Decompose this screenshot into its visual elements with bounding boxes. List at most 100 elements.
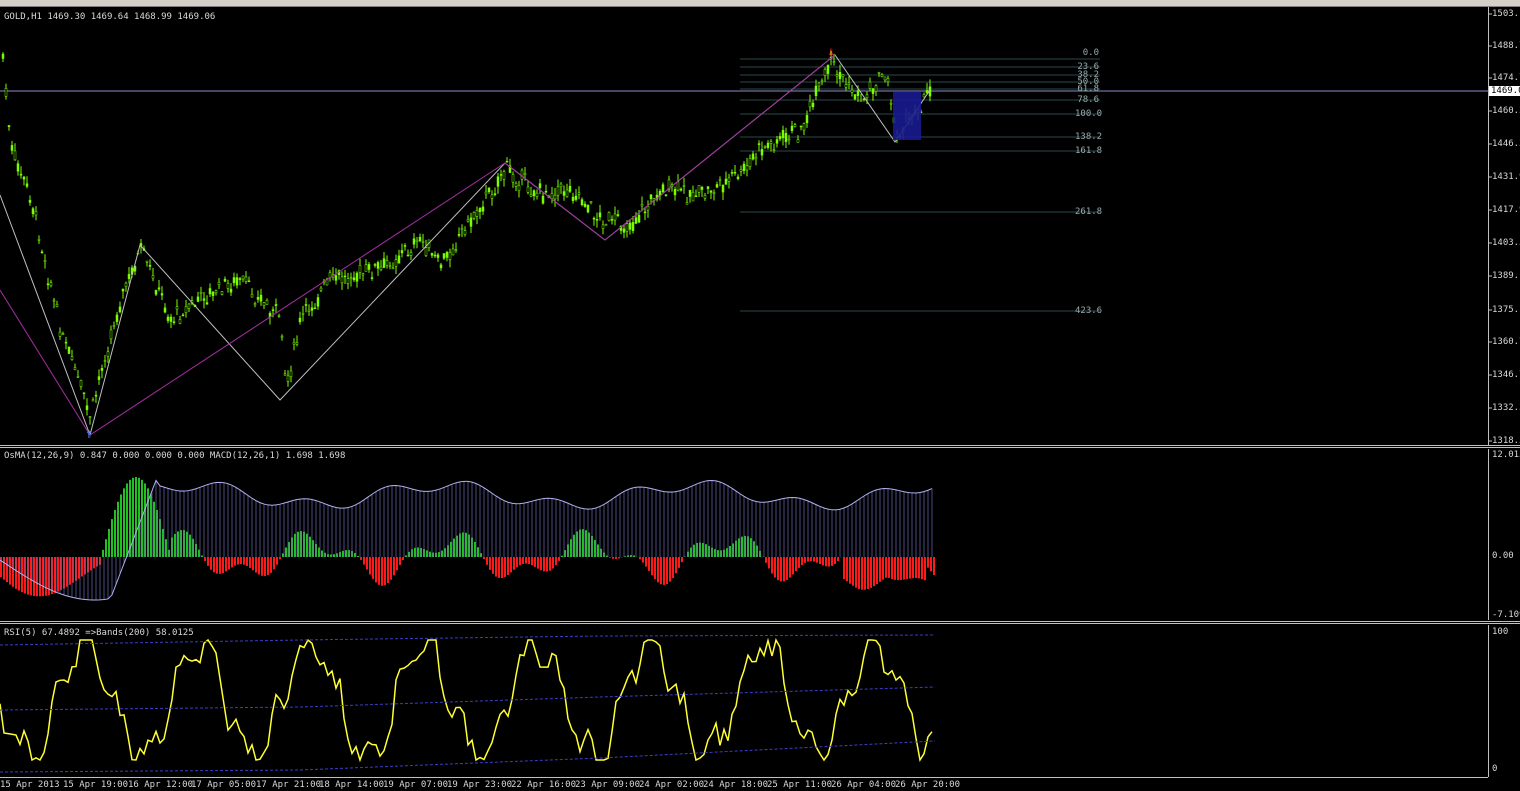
candle-body [451, 248, 455, 256]
osma-bar [846, 557, 848, 582]
candle-body [475, 210, 479, 217]
candle-body [175, 306, 179, 310]
osma-bar [837, 557, 839, 562]
candle-body [565, 189, 569, 197]
candle-body [778, 136, 782, 140]
candle-body [562, 191, 566, 196]
candle-body [532, 190, 536, 197]
candle-body [781, 130, 785, 139]
candle-body [496, 176, 500, 187]
candle-body [406, 254, 410, 257]
candle-body [37, 239, 41, 241]
candle-body [739, 169, 743, 172]
price-axis-label: 1403.5 [1492, 238, 1520, 248]
osma-bar [717, 550, 719, 557]
osma-bar [495, 557, 497, 577]
osma-bar [477, 547, 479, 557]
osma-bar [918, 557, 920, 579]
candle-body [169, 316, 173, 322]
osma-bar [219, 557, 221, 574]
candle-body [217, 282, 221, 286]
osma-bar [372, 557, 374, 579]
osma-bar [69, 557, 71, 585]
candle-body [454, 249, 458, 251]
candle-body [736, 176, 740, 180]
candle-body [46, 283, 50, 286]
candle-body [127, 274, 131, 279]
candle-body [700, 187, 704, 190]
price-axis-label: 1446.3 [1492, 139, 1520, 149]
osma-bar [768, 557, 770, 569]
candle-body [76, 376, 80, 378]
osma-bar [267, 557, 269, 576]
candle-body [400, 250, 404, 254]
osma-bar [279, 557, 281, 560]
candle-body [553, 194, 557, 200]
osma-bar [816, 557, 818, 563]
osma-bar [828, 557, 830, 567]
candle-body [607, 212, 611, 221]
time-axis-label: 26 Apr 20:00 [895, 780, 961, 790]
osma-bar [522, 557, 524, 565]
rsi-line [0, 637, 933, 763]
osma-bar [384, 557, 386, 586]
osma-bar [852, 557, 854, 586]
osma-bar [741, 536, 743, 557]
candle-body [415, 239, 419, 242]
osma-bar [813, 557, 815, 562]
osma-bar [681, 557, 683, 563]
osma-bar [393, 557, 395, 576]
candle-body [784, 133, 788, 142]
osma-bar [429, 551, 431, 557]
candle-body [826, 64, 830, 74]
candle-body [604, 224, 608, 226]
osma-bar [120, 494, 122, 557]
osma-bar [345, 550, 347, 557]
price-axis-label: 1375.1 [1492, 305, 1520, 315]
candle-body [529, 194, 533, 197]
candle-body [49, 282, 53, 286]
candle-body [577, 192, 581, 195]
candle-body [745, 165, 749, 171]
osma-bar [483, 557, 485, 560]
osma-bar [105, 539, 107, 557]
candle-body [595, 219, 599, 221]
rsi-band-upper [0, 634, 936, 646]
candle-body [733, 172, 737, 174]
osma-bar [57, 557, 59, 592]
candle-body [439, 264, 443, 269]
candle-body [391, 267, 395, 270]
candle-body [91, 399, 95, 402]
candle-body [106, 351, 110, 357]
osma-bar [504, 557, 506, 577]
time-axis-label: 19 Apr 23:00 [447, 780, 513, 790]
candle-body [13, 150, 17, 161]
candle-body [634, 217, 638, 224]
osma-bar [807, 557, 809, 562]
candle-body [319, 287, 323, 291]
candle-body [664, 194, 668, 196]
candle-body [100, 368, 104, 371]
candle-body [637, 214, 641, 223]
osma-bar [777, 557, 779, 581]
rsi-band-middle [0, 686, 936, 711]
candle-body [226, 283, 230, 289]
price-axis-label: 1389.1 [1492, 271, 1520, 281]
osma-bar [804, 557, 806, 563]
osma-bar [780, 557, 782, 582]
time-axis-label: 24 Apr 02:00 [639, 780, 705, 790]
candle-body [316, 297, 320, 307]
candle-body [256, 297, 260, 300]
candle-body [505, 160, 509, 163]
osma-bar [825, 557, 827, 567]
rsi-axis-bottom: 0 [1492, 764, 1498, 774]
osma-bar [558, 557, 560, 561]
candle-body [559, 183, 563, 188]
candle-body [628, 222, 632, 230]
candle-body [853, 94, 857, 100]
osma-bar [834, 557, 836, 565]
osma-bar [285, 547, 287, 557]
fib-level-label: 78.6 [1077, 95, 1099, 105]
osma-bar [81, 557, 83, 577]
candle-body [760, 149, 764, 156]
